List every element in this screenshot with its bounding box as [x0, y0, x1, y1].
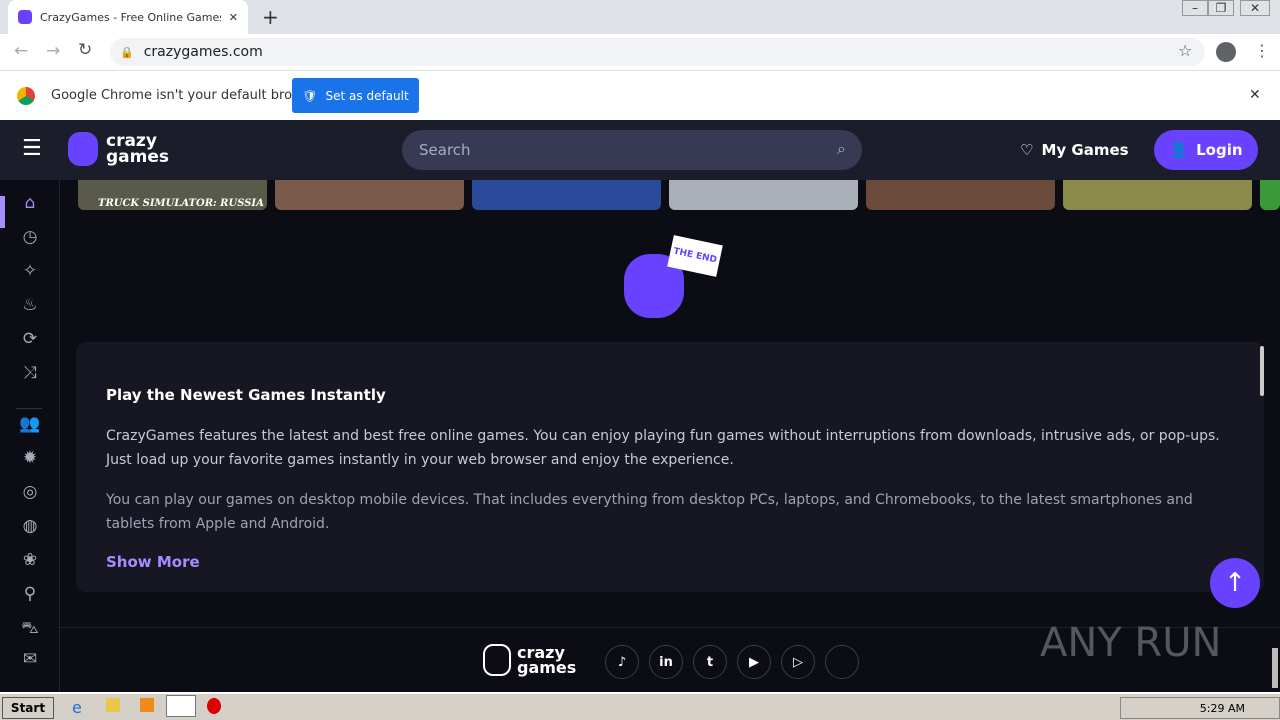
clock-icon[interactable]: ◷ [18, 225, 42, 249]
login-label: Login [1196, 141, 1243, 159]
sidebar-divider [16, 408, 42, 409]
mail-icon[interactable]: ✉ [18, 647, 42, 671]
system-tray: 5:29 AM [1120, 697, 1280, 719]
car-icon[interactable]: ⛍ [18, 616, 42, 640]
google-play-icon[interactable]: ▷ [781, 645, 815, 679]
compass-icon[interactable]: ◎ [18, 480, 42, 504]
game-thumbnail[interactable] [275, 180, 464, 210]
forward-icon[interactable]: → [46, 41, 60, 61]
search-placeholder: Search [419, 141, 471, 159]
menu-icon[interactable]: ⋮ [1254, 41, 1270, 60]
sparkle-icon[interactable]: ✧ [18, 259, 42, 283]
close-window-button[interactable]: ✕ [1240, 0, 1270, 16]
action-icon[interactable]: ✹ [18, 446, 42, 470]
browser-tab[interactable]: CrazyGames - Free Online Games on ✕ [8, 0, 248, 34]
login-button[interactable]: 👤 Login [1154, 130, 1258, 170]
logo-mascot-icon [483, 644, 511, 676]
logo-line2: games [106, 147, 170, 167]
sidebar: ⌂ ◷ ✧ ♨ ⟳ ⤨ 👥 ✹ ◎ ◍ ❀ ⚲ ⛍ ✉ [0, 180, 60, 692]
scroll-to-top-button[interactable]: ↑ [1210, 558, 1260, 608]
address-bar: ← → ↻ 🔒 crazygames.com ☆ ⋮ [0, 34, 1280, 71]
card-paragraph: You can play our games on desktop mobile… [106, 492, 1193, 532]
minimize-button[interactable]: – [1182, 0, 1208, 16]
restore-button[interactable]: ❐ [1208, 0, 1234, 16]
start-button[interactable]: Start [2, 697, 54, 719]
game-thumbnail[interactable] [472, 180, 661, 210]
linkedin-icon[interactable]: in [649, 645, 683, 679]
ie-icon[interactable]: e [72, 698, 82, 717]
anyrun-watermark: ANY RUN [1040, 620, 1222, 666]
fire-icon[interactable]: ♨ [18, 293, 42, 317]
infobar-text: Google Chrome isn't your default browser [51, 88, 323, 103]
chrome-icon [17, 87, 35, 105]
footer-logo-text: crazy games [517, 645, 577, 677]
bike-icon[interactable]: ⚲ [18, 582, 42, 606]
crazygames-favicon-icon [18, 10, 32, 24]
page-scrollbar[interactable] [1272, 648, 1278, 688]
taskbar: Start e 5:29 AM [0, 692, 1280, 720]
heart-icon: ♡ [1020, 141, 1034, 159]
card-title: Play the Newest Games Instantly [106, 386, 386, 404]
set-as-default-button[interactable]: 🛡 Set as default [292, 78, 419, 113]
tiktok-icon[interactable]: ♪ [605, 645, 639, 679]
clock: 5:29 AM [1199, 701, 1245, 715]
shuffle-icon[interactable]: ⤨ [18, 361, 42, 385]
explorer-icon[interactable] [106, 698, 120, 712]
game-thumbnail[interactable] [1063, 180, 1252, 210]
refresh-icon[interactable]: ⟳ [18, 327, 42, 351]
tab-title: CrazyGames - Free Online Games on [40, 10, 221, 24]
lock-icon: 🔒 [120, 45, 134, 59]
game-thumbnail[interactable] [866, 180, 1055, 210]
footer: crazy games ♪ in t ▶ ▷ ANY RUN [60, 620, 1280, 692]
site-header: ☰ crazy games Search ⌕ ♡ My Games 👤 Login [0, 120, 1280, 180]
my-games-label: My Games [1041, 141, 1129, 159]
active-indicator [0, 196, 5, 228]
multiplayer-icon[interactable]: 👥 [18, 412, 42, 436]
youtube-icon[interactable]: ▶ [737, 645, 771, 679]
close-tab-icon[interactable]: ✕ [229, 11, 238, 24]
my-games-button[interactable]: ♡ My Games [1020, 130, 1129, 170]
default-browser-infobar: Google Chrome isn't your default browser… [0, 71, 1280, 120]
game-title: TRUCK SIMULATOR: RUSSIA [98, 198, 264, 209]
crazygames-logo[interactable]: crazy games [68, 132, 169, 166]
user-icon: 👤 [1169, 141, 1189, 159]
new-tab-button[interactable]: + [262, 5, 279, 29]
show-more-link[interactable]: Show More [106, 553, 200, 571]
basketball-icon[interactable]: ◍ [18, 514, 42, 538]
url-input[interactable]: 🔒 crazygames.com [110, 38, 1205, 66]
game-thumbnail[interactable] [669, 180, 858, 210]
logo-mascot-icon [68, 132, 98, 166]
home-icon[interactable]: ⌂ [18, 191, 42, 215]
opera-icon[interactable] [207, 698, 221, 714]
apple-icon[interactable] [825, 645, 859, 679]
logo-line2: games [517, 658, 577, 677]
start-label: Start [10, 701, 46, 715]
back-icon[interactable]: ← [14, 41, 28, 61]
card-scrollbar[interactable] [1260, 346, 1264, 396]
set-default-label: Set as default [325, 88, 409, 103]
tab-bar: CrazyGames - Free Online Games on ✕ + – … [0, 0, 1280, 34]
url-text: crazygames.com [143, 44, 263, 60]
reload-icon[interactable]: ↻ [78, 40, 92, 60]
shield-icon: 🛡 [302, 88, 318, 103]
sidebar-toggle-icon[interactable]: ☰ [22, 136, 42, 161]
twitter-icon[interactable]: t [693, 645, 727, 679]
profile-icon[interactable] [1216, 42, 1236, 62]
search-input[interactable]: Search ⌕ [402, 130, 862, 170]
description-card: Play the Newest Games Instantly CrazyGam… [76, 342, 1264, 592]
bookmark-star-icon[interactable]: ☆ [1178, 41, 1192, 60]
logo-text: crazy games [106, 133, 170, 167]
game-thumbnail[interactable] [1260, 180, 1280, 210]
flower-icon[interactable]: ❀ [18, 548, 42, 572]
game-thumbnail[interactable]: TRUCK SIMULATOR: RUSSIA [78, 180, 267, 210]
card-paragraph: CrazyGames features the latest and best … [106, 428, 1220, 468]
footer-logo[interactable]: crazy games [483, 644, 576, 676]
search-icon[interactable]: ⌕ [837, 139, 846, 159]
close-infobar-icon[interactable]: ✕ [1249, 87, 1261, 103]
arrow-up-icon: ↑ [1224, 568, 1246, 598]
chrome-taskbar-icon[interactable] [166, 695, 196, 717]
media-player-icon[interactable] [140, 698, 154, 712]
